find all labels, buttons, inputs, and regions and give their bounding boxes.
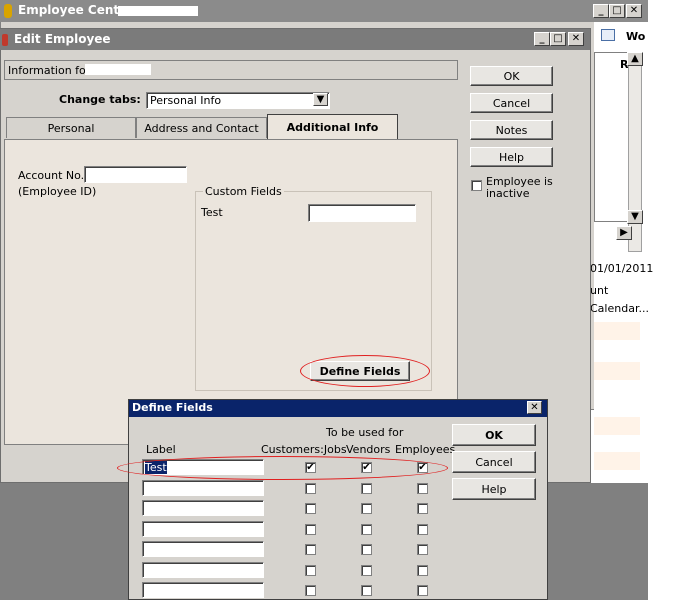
define-fields-titlebar: Define Fields ✕ xyxy=(129,400,547,417)
define-fields-title: Define Fields xyxy=(132,401,213,414)
define-field-label-input[interactable] xyxy=(142,562,264,578)
define-field-label-input[interactable] xyxy=(142,480,264,496)
app-icon xyxy=(4,4,12,18)
cancel-button[interactable]: Cancel xyxy=(470,93,553,113)
define-fields-ok-label: OK xyxy=(485,428,503,442)
close-icon[interactable]: ✕ xyxy=(568,32,584,46)
define-field-label-input[interactable] xyxy=(142,582,264,598)
maximize-icon[interactable]: □ xyxy=(550,32,566,46)
right-column-header: unt xyxy=(590,284,609,297)
scroll-up-icon[interactable]: ▲ xyxy=(627,52,643,66)
tab-additional-info[interactable]: Additional Info xyxy=(267,114,398,140)
inactive-label-line2: inactive xyxy=(486,187,530,200)
checkbox-customers[interactable] xyxy=(305,565,316,576)
cancel-label: Cancel xyxy=(492,96,531,110)
checkbox-customers[interactable] xyxy=(305,585,316,596)
custom-field-input[interactable] xyxy=(308,204,416,222)
checkbox-vendors[interactable] xyxy=(361,544,372,555)
maximize-icon[interactable]: □ xyxy=(609,4,625,18)
define-field-label-input[interactable] xyxy=(142,521,264,537)
label-column-header: Label xyxy=(146,443,176,456)
employee-center-right-panel: Wo R ▲ ▼ ▶ 01/01/2011 unt Calendar... xyxy=(590,22,653,470)
close-icon[interactable]: ✕ xyxy=(626,4,642,18)
tab-personal-label: Personal xyxy=(47,121,95,135)
notes-button[interactable]: Notes xyxy=(470,120,553,140)
redacted-employee-name xyxy=(85,64,151,75)
account-no-input[interactable] xyxy=(84,166,187,183)
checkbox-vendors[interactable] xyxy=(361,483,372,494)
right-row-stripe xyxy=(594,362,640,380)
help-label: Help xyxy=(498,150,525,164)
scroll-right-icon[interactable]: ▶ xyxy=(616,226,632,240)
define-field-label-input[interactable] xyxy=(142,500,264,516)
checkbox-vendors[interactable] xyxy=(361,524,372,535)
checkbox-customers[interactable] xyxy=(305,544,316,555)
checkbox-employees[interactable] xyxy=(417,503,428,514)
right-row-text: Calendar... xyxy=(590,302,649,315)
right-row-stripe xyxy=(594,452,640,470)
highlight-oval xyxy=(300,355,430,387)
define-field-label-input[interactable] xyxy=(142,541,264,557)
calendar-icon xyxy=(601,29,615,41)
to-be-used-for-header: To be used for xyxy=(326,426,404,439)
chevron-down-icon[interactable]: ▼ xyxy=(313,93,328,106)
right-tab-label[interactable]: Wo xyxy=(626,30,645,43)
right-row-stripe xyxy=(594,322,640,340)
close-icon[interactable]: ✕ xyxy=(527,401,542,414)
tab-additional-info-label: Additional Info xyxy=(286,121,379,134)
notes-label: Notes xyxy=(495,123,528,137)
custom-fields-label: Custom Fields xyxy=(203,185,284,198)
define-fields-cancel-button[interactable]: Cancel xyxy=(452,451,536,473)
employee-icon xyxy=(2,34,8,46)
vendors-column-header: Vendors xyxy=(346,443,391,456)
ok-button[interactable]: OK xyxy=(470,66,553,86)
employee-inactive-checkbox[interactable] xyxy=(471,180,482,191)
checkbox-employees[interactable] xyxy=(417,585,428,596)
checkbox-vendors[interactable] xyxy=(361,503,372,514)
right-date: 01/01/2011 xyxy=(590,262,654,275)
redacted-name xyxy=(118,6,198,16)
checkbox-customers[interactable] xyxy=(305,524,316,535)
right-row-stripe xyxy=(594,417,640,435)
customers-jobs-column-header: Customers:Jobs xyxy=(261,443,347,456)
checkbox-employees[interactable] xyxy=(417,483,428,494)
employee-center-titlebar: Employee Center: _ □ ✕ xyxy=(0,0,648,22)
define-fields-help-button[interactable]: Help xyxy=(452,478,536,500)
edit-employee-title: Edit Employee xyxy=(14,32,111,46)
checkbox-customers[interactable] xyxy=(305,483,316,494)
tab-address-and-contact[interactable]: Address and Contact xyxy=(136,117,267,138)
checkbox-vendors[interactable] xyxy=(361,585,372,596)
checkbox-vendors[interactable] xyxy=(361,565,372,576)
help-button[interactable]: Help xyxy=(470,147,553,167)
account-no-label: Account No. xyxy=(18,169,85,182)
minimize-icon[interactable]: _ xyxy=(534,32,550,46)
custom-field-name: Test xyxy=(201,206,223,219)
edit-employee-titlebar: Edit Employee _ □ ✕ xyxy=(0,29,590,50)
highlight-oval xyxy=(117,456,448,480)
change-tabs-value: Personal Info xyxy=(150,94,222,107)
employee-id-label: (Employee ID) xyxy=(18,185,97,198)
change-tabs-label: Change tabs: xyxy=(59,93,141,106)
define-fields-help-label: Help xyxy=(481,482,507,496)
information-for-label: Information for: xyxy=(8,64,94,77)
checkbox-employees[interactable] xyxy=(417,565,428,576)
tab-personal[interactable]: Personal xyxy=(6,117,136,138)
define-fields-cancel-label: Cancel xyxy=(475,455,513,469)
scroll-down-icon[interactable]: ▼ xyxy=(627,210,643,224)
checkbox-customers[interactable] xyxy=(305,503,316,514)
employees-column-header: Employees xyxy=(395,443,456,456)
tab-address-label: Address and Contact xyxy=(144,121,259,135)
checkbox-employees[interactable] xyxy=(417,544,428,555)
define-fields-ok-button[interactable]: OK xyxy=(452,424,536,446)
ok-label: OK xyxy=(503,69,520,83)
minimize-icon[interactable]: _ xyxy=(593,4,609,18)
change-tabs-dropdown[interactable]: Personal Info ▼ xyxy=(146,92,330,109)
checkbox-employees[interactable] xyxy=(417,524,428,535)
